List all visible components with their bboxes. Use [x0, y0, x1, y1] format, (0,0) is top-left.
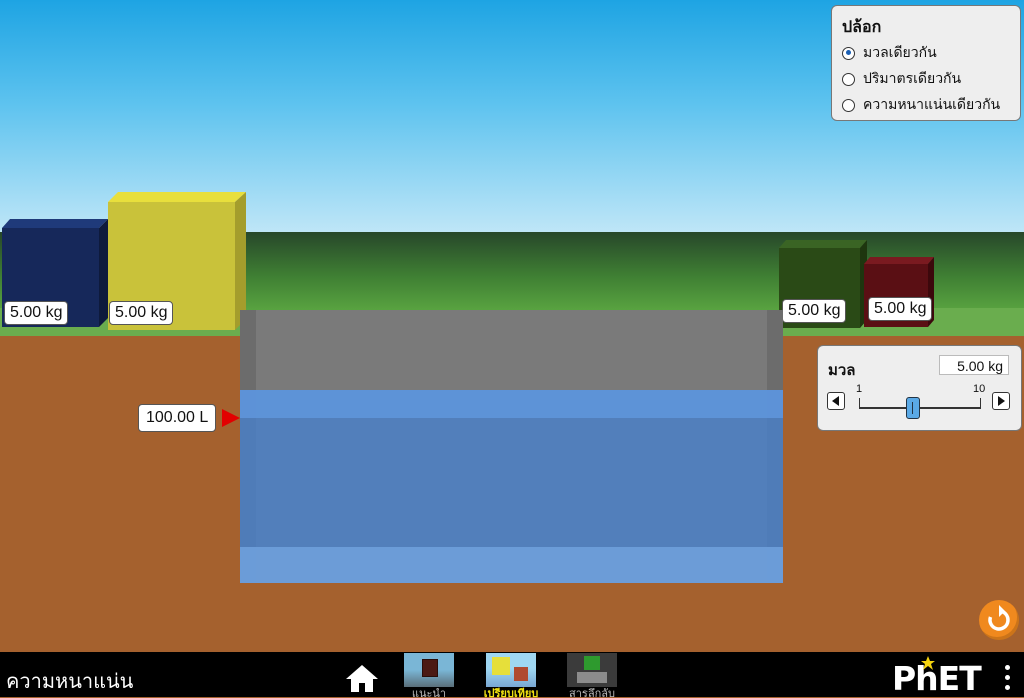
tab-mystery[interactable]: สารลึกลับ — [567, 653, 617, 698]
decrement-button[interactable] — [827, 392, 845, 410]
radio-label: ความหนาแน่นเดียวกัน — [863, 96, 1001, 112]
radio-button[interactable] — [842, 98, 855, 112]
slider-tick-max — [980, 398, 981, 408]
radio-label: มวลเดียวกัน — [863, 44, 937, 60]
yellow-block-mass-label: 5.00 kg — [109, 301, 174, 325]
mystery-thumbnail — [567, 653, 617, 687]
compare-thumbnail — [486, 653, 536, 687]
phet-logo-text: PhET — [892, 659, 982, 698]
right-arrow-icon — [998, 396, 1005, 406]
radio-label: ปริมาตรเดียวกัน — [863, 70, 962, 86]
blocks-panel-title: ปล้อก — [842, 19, 882, 36]
water-level-arrow — [222, 409, 240, 427]
left-arrow-icon — [832, 396, 839, 406]
radio-same-density[interactable]: ความหนาแน่นเดียวกัน — [842, 94, 1000, 116]
navy-block-mass-label: 5.00 kg — [4, 301, 69, 325]
slider-min-label: 1 — [856, 383, 863, 395]
navigation-bar: ความหนาแน่น แนะนำ เปรียบเทียบ สารลึกลับ … — [0, 652, 1024, 698]
red-block-mass-label: 5.00 kg — [868, 297, 933, 321]
volume-readout: 100.00 L — [138, 404, 217, 432]
home-icon[interactable] — [344, 663, 380, 693]
green-block[interactable]: 5.00 kg — [779, 240, 867, 328]
phet-logo[interactable]: PhET — [892, 656, 1004, 698]
phet-star-icon — [921, 656, 935, 670]
pool — [240, 310, 783, 583]
intro-thumbnail — [404, 653, 454, 687]
water-surface — [240, 390, 783, 418]
green-block-mass-label: 5.00 kg — [782, 299, 847, 323]
tab-compare-label: เปรียบเทียบ — [483, 688, 539, 698]
options-menu-icon[interactable] — [1004, 665, 1010, 693]
reset-icon — [988, 605, 1010, 631]
mass-value-field: 5.00 kg — [939, 355, 1009, 375]
tab-compare[interactable]: เปรียบเทียบ — [484, 653, 538, 698]
navy-block[interactable]: 5.00 kg — [2, 219, 108, 327]
increment-button[interactable] — [992, 392, 1010, 410]
slider-max-label: 10 — [973, 383, 986, 395]
red-block[interactable]: 5.00 kg — [864, 257, 934, 327]
pool-floor — [240, 547, 783, 583]
radio-same-volume[interactable]: ปริมาตรเดียวกัน — [842, 68, 961, 90]
radio-button[interactable] — [842, 72, 855, 86]
mass-title: มวล — [828, 362, 856, 379]
tab-intro[interactable]: แนะนำ — [404, 653, 454, 698]
radio-button[interactable] — [842, 46, 855, 60]
mass-slider-thumb[interactable] — [906, 397, 921, 419]
radio-same-mass[interactable]: มวลเดียวกัน — [842, 42, 937, 64]
yellow-block[interactable]: 5.00 kg — [108, 192, 246, 330]
tab-intro-label: แนะนำ — [411, 688, 447, 698]
slider-tick-min — [859, 398, 860, 408]
reset-all-button[interactable] — [979, 600, 1019, 640]
tab-mystery-label: สารลึกลับ — [569, 688, 615, 698]
blocks-panel: ปล้อก มวลเดียวกัน ปริมาตรเดียวกัน ความหน… — [831, 5, 1021, 121]
mass-control-panel: มวล 5.00 kg 1 10 — [817, 345, 1022, 431]
sim-title: ความหนาแน่น — [6, 671, 134, 693]
